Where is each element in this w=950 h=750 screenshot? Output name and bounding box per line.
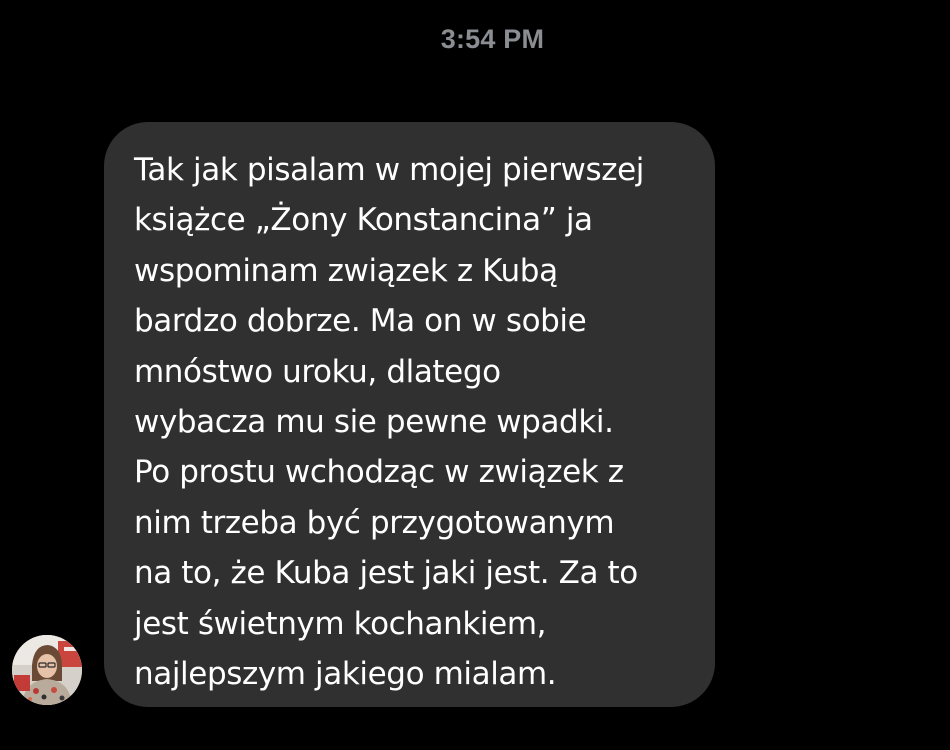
profile-photo-icon bbox=[12, 635, 82, 705]
message-text: Tak jak pisalam w mojej pierwszej książc… bbox=[134, 152, 645, 693]
sender-avatar[interactable] bbox=[12, 635, 82, 705]
message-row: Tak jak pisalam w mojej pierwszej książc… bbox=[0, 0, 950, 750]
message-bubble[interactable]: Tak jak pisalam w mojej pierwszej książc… bbox=[104, 122, 715, 707]
